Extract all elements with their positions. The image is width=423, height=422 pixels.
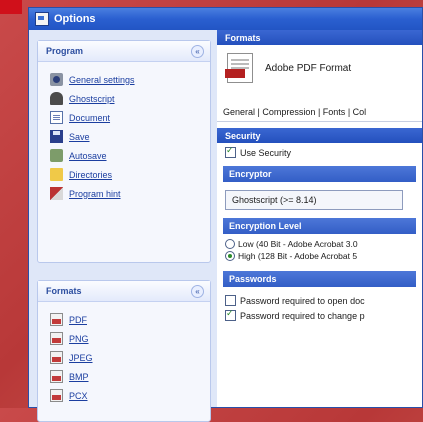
left-navigation: Program « General settings Ghostscript D… [29,30,217,422]
pw-change-label: Password required to change p [240,310,365,321]
autosave-icon [50,149,63,162]
sidebar-item-label: Program hint [69,188,121,199]
sidebar-item-label: PCX [69,390,88,401]
encryptor-header-label: Encryptor [229,169,272,179]
formats-header: Formats [217,30,422,45]
sidebar-item-save[interactable]: Save [38,127,210,146]
program-group: Program « General settings Ghostscript D… [37,40,211,263]
sidebar-item-general-settings[interactable]: General settings [38,70,210,89]
sidebar-item-label: JPEG [69,352,93,363]
low-bit-option[interactable]: Low (40 Bit - Adobe Acrobat 3.0 [217,238,422,250]
security-header: Security [217,128,422,143]
sidebar-item-label: Save [69,131,90,142]
security-header-label: Security [225,130,261,141]
encryptor-header: Encryptor [223,166,416,182]
formats-group: Formats « PDF PNG JPEG BMP PCX [37,280,211,422]
pw-change-checkbox[interactable] [225,308,236,321]
save-icon [50,130,63,143]
security-section: Security Use Security Encryptor Ghostscr… [217,128,422,325]
sidebar-item-autosave[interactable]: Autosave [38,146,210,165]
sidebar-item-label: PNG [69,333,89,344]
high-bit-radio[interactable] [225,251,235,261]
folder-icon [50,168,63,181]
pw-open-checkbox[interactable] [225,295,236,306]
bmp-icon [50,370,63,383]
title-bar: Options [29,8,422,30]
format-row: Adobe PDF Format [217,45,422,91]
use-security-checkbox[interactable] [225,145,236,158]
program-group-header[interactable]: Program [38,41,210,62]
encryptor-select[interactable]: Ghostscript (>= 8.14) [225,190,403,210]
high-bit-option[interactable]: High (128 Bit - Adobe Acrobat 5 [217,250,422,262]
pw-open-label: Password required to open doc [240,295,365,306]
pdf-document-icon [225,53,253,83]
tab-colors[interactable]: Col [353,107,367,117]
sidebar-item-label: General settings [69,74,135,85]
use-security-label: Use Security [240,147,292,158]
png-icon [50,332,63,345]
jpeg-icon [50,351,63,364]
hint-icon [50,187,63,200]
window-title: Options [54,13,96,25]
use-security-row[interactable]: Use Security [217,143,422,162]
program-group-title: Program [46,46,84,56]
sidebar-item-program-hint[interactable]: Program hint [38,184,210,203]
sidebar-item-label: Document [69,112,111,123]
tab-fonts[interactable]: Fonts [323,107,346,117]
sidebar-item-pdf[interactable]: PDF [38,310,210,329]
sidebar-item-label: BMP [69,371,89,382]
formats-header-label: Formats [225,32,261,43]
low-bit-label: Low (40 Bit - Adobe Acrobat 3.0 [238,239,358,249]
tab-general[interactable]: General [223,107,255,117]
sidebar-item-ghostscript[interactable]: Ghostscript [38,89,210,108]
encryptor-select-value: Ghostscript (>= 8.14) [232,195,317,205]
background-red-corner [0,0,22,14]
passwords-header-label: Passwords [229,274,277,284]
program-collapse-button[interactable]: « [191,45,204,58]
sidebar-item-label: Ghostscript [69,93,115,104]
pw-change-row[interactable]: Password required to change p [217,308,422,325]
encryption-level-header: Encryption Level [223,218,416,234]
window-body: Program « General settings Ghostscript D… [29,30,422,422]
sidebar-item-bmp[interactable]: BMP [38,367,210,386]
pdf-icon [50,313,63,326]
window-app-icon [35,12,49,26]
ghost-icon [50,92,63,105]
pcx-icon [50,389,63,402]
sidebar-item-pcx[interactable]: PCX [38,386,210,405]
sidebar-item-directories[interactable]: Directories [38,165,210,184]
passwords-header: Passwords [223,271,416,287]
encryption-level-header-label: Encryption Level [229,221,302,231]
high-bit-label: High (128 Bit - Adobe Acrobat 5 [238,251,358,261]
sidebar-item-png[interactable]: PNG [38,329,210,348]
tab-compression[interactable]: Compression [262,107,315,117]
options-window: Options Program « General settings Ghost… [28,7,423,422]
sidebar-item-label: PDF [69,314,87,325]
settings-pane: Formats Adobe PDF Format General | Compr… [217,30,422,407]
sidebar-item-jpeg[interactable]: JPEG [38,348,210,367]
document-icon [50,111,63,124]
gear-icon [50,73,63,86]
formats-group-title: Formats [46,286,82,296]
format-name: Adobe PDF Format [265,62,352,74]
sidebar-item-document[interactable]: Document [38,108,210,127]
sidebar-item-label: Directories [69,169,113,180]
low-bit-radio[interactable] [225,239,235,249]
sidebar-item-label: Autosave [69,150,107,161]
settings-tabs: General | Compression | Fonts | Col [217,103,422,122]
pw-open-row[interactable]: Password required to open doc [217,291,422,310]
formats-group-header[interactable]: Formats [38,281,210,302]
formats-collapse-button[interactable]: « [191,285,204,298]
